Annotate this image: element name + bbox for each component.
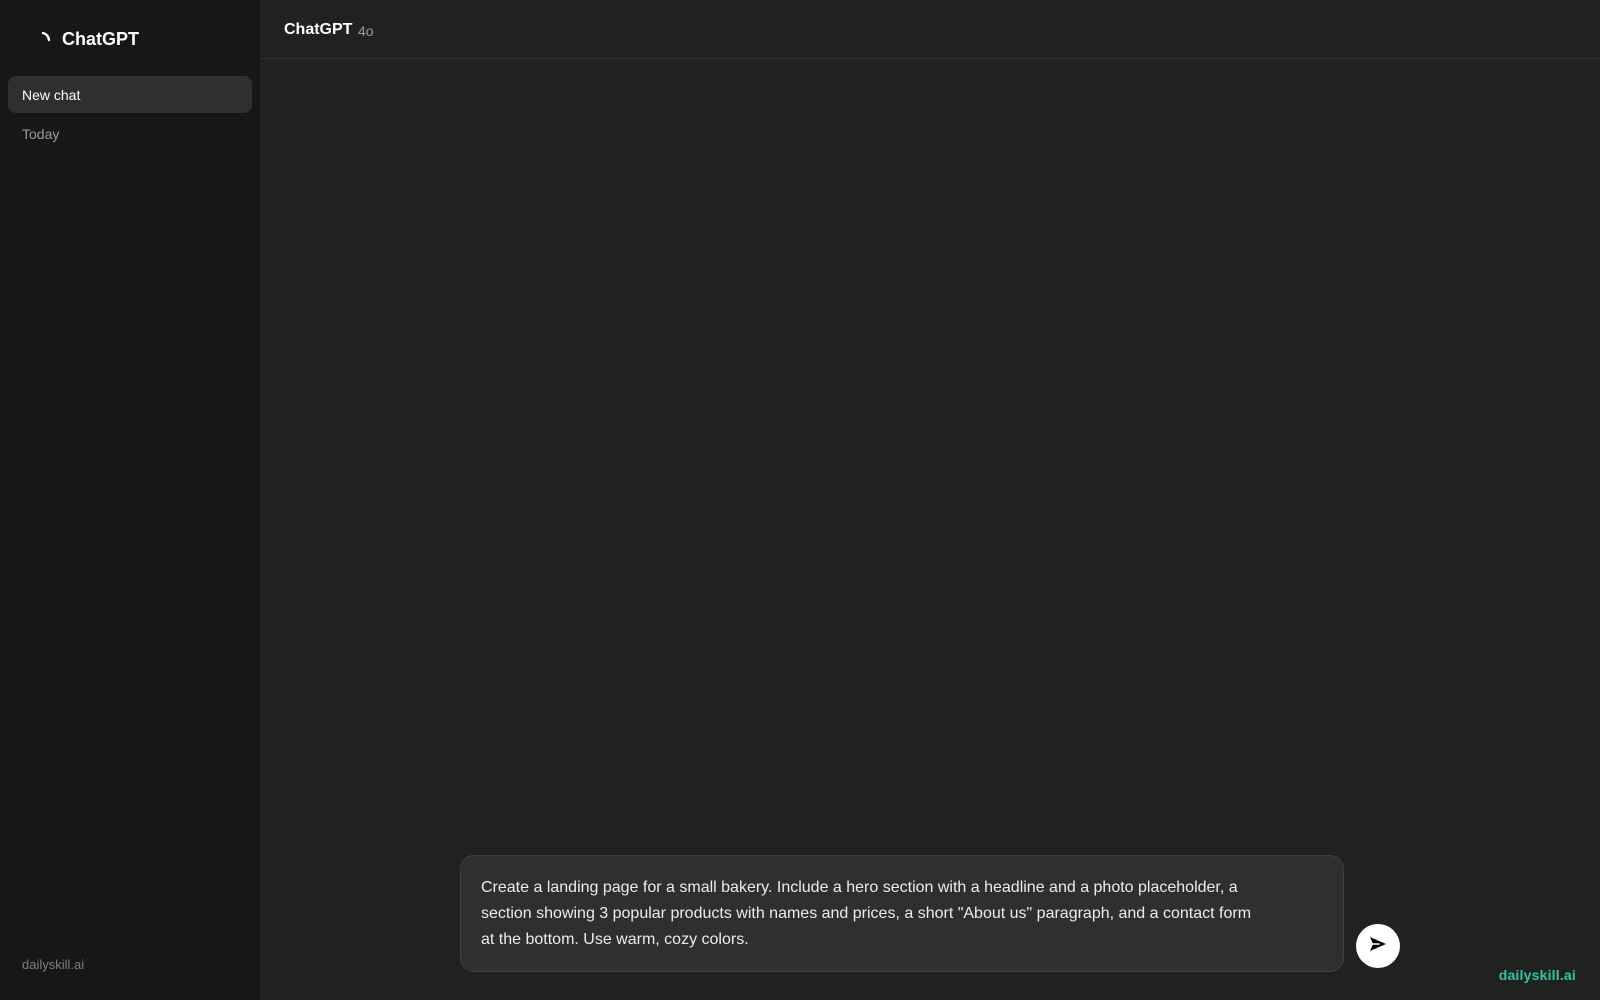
main-area: ChatGPT 4o Create a landing page for a s… <box>260 0 1600 1000</box>
prompt-input[interactable]: Create a landing page for a small bakery… <box>460 855 1344 972</box>
brand[interactable]: ChatGPT <box>36 28 139 50</box>
model-version: 4o <box>358 23 374 39</box>
brand-name: ChatGPT <box>62 28 140 49</box>
sidebar-footer: dailyskill.ai <box>22 957 85 972</box>
send-icon <box>1368 934 1388 959</box>
section-label-today: Today <box>22 126 60 142</box>
sidebar: ChatGPT New chat Today dailyskill.ai <box>0 0 260 1000</box>
app-window: ChatGPT New chat Today dailyskill.ai Cha… <box>0 0 1600 1000</box>
topbar: ChatGPT 4o <box>260 0 1600 59</box>
loading-spinner-icon <box>36 28 58 50</box>
prompt-text[interactable]: Create a landing page for a small bakery… <box>481 875 1323 953</box>
new-chat-button[interactable]: New chat <box>8 76 252 113</box>
model-selector[interactable]: ChatGPT <box>284 21 352 39</box>
watermark: dailyskill.ai <box>1498 967 1576 983</box>
send-button[interactable] <box>1356 924 1400 968</box>
